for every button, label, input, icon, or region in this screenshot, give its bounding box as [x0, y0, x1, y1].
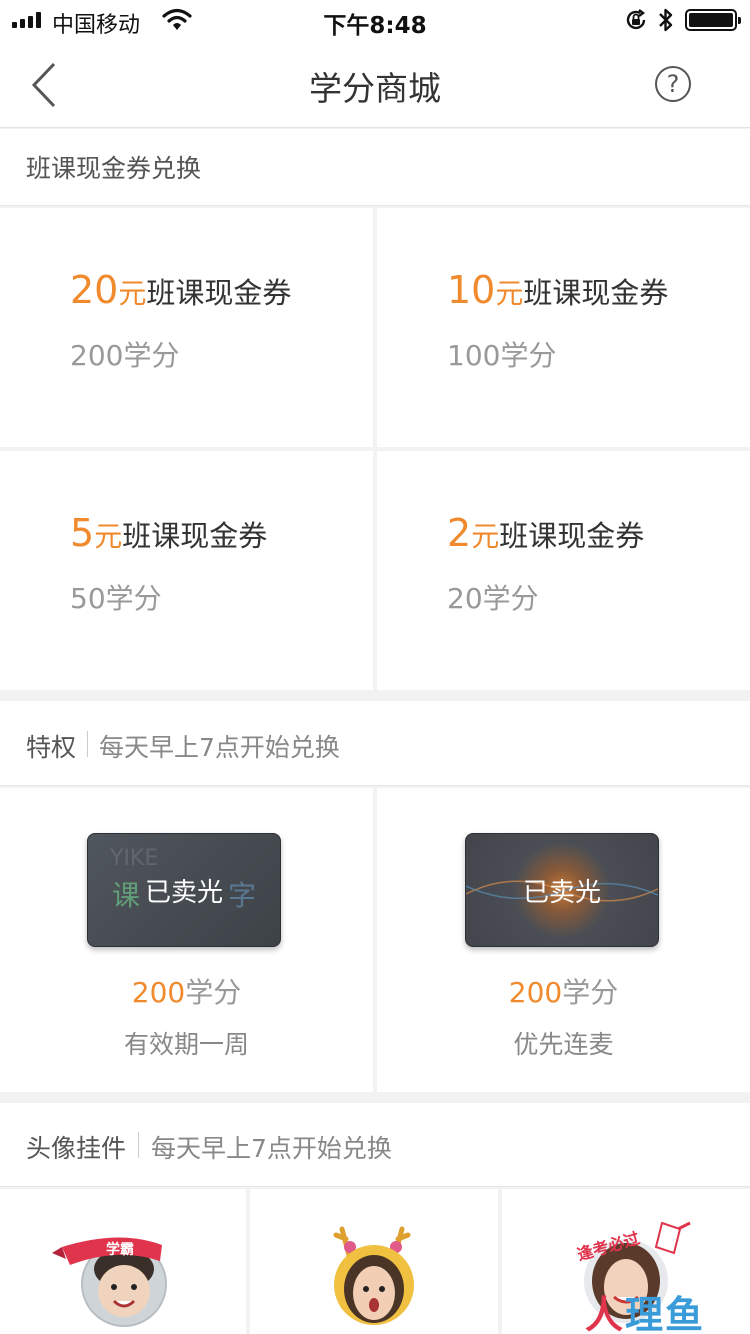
voucher-unit: 元	[118, 277, 147, 310]
privilege-price: 200学分	[377, 971, 750, 1011]
voucher-points: 200学分	[70, 339, 180, 372]
battery-icon	[685, 9, 741, 31]
voucher-card[interactable]: 5元班课现金券 50学分	[0, 451, 373, 690]
privilege-section-header: 特权 每天早上7点开始兑换	[0, 701, 750, 786]
watermark-text: 人	[585, 1293, 626, 1334]
voucher-amount: 10	[447, 268, 496, 312]
privilege-card[interactable]: 已卖光 200学分 优先连麦	[377, 788, 750, 1092]
price-suffix: 学分	[562, 976, 619, 1009]
privilege-desc: 优先连麦	[513, 1030, 614, 1059]
watermark-text: 理鱼	[625, 1293, 706, 1334]
orientation-lock-icon	[626, 9, 646, 30]
voucher-points: 50学分	[70, 582, 162, 615]
voucher-name: 班课现金券	[523, 276, 669, 310]
status-bar: 中国移动 下午8:48	[0, 0, 750, 40]
voucher-amount: 20	[70, 268, 119, 312]
price-suffix: 学分	[185, 976, 242, 1009]
section-title: 班课现金券兑换	[26, 154, 202, 183]
help-icon[interactable]: ?	[655, 66, 691, 102]
avatar-pendant-card[interactable]	[250, 1189, 498, 1334]
watermark-logo: 人理鱼	[585, 1284, 705, 1334]
privilege-thumbnail: YIKE 课 字 已卖光	[87, 833, 281, 947]
divider	[87, 731, 88, 757]
avatar-image	[52, 1237, 167, 1327]
voucher-points: 100学分	[447, 339, 557, 372]
avatar-section-header: 头像挂件 每天早上7点开始兑换	[0, 1103, 750, 1187]
voucher-unit: 元	[94, 520, 123, 553]
bluetooth-icon	[659, 8, 673, 32]
nav-bar: 学分商城 ?	[0, 40, 750, 128]
avatar-pendant-card[interactable]: 学霸	[0, 1189, 246, 1334]
voucher-unit: 元	[495, 277, 524, 310]
voucher-name: 班课现金券	[122, 519, 268, 553]
price-value: 200	[508, 976, 563, 1009]
privilege-card[interactable]: YIKE 课 字 已卖光 200学分 有效期一周	[0, 788, 373, 1092]
voucher-points: 20学分	[447, 582, 539, 615]
section-title: 头像挂件	[26, 1134, 127, 1163]
pendant-badge-text: 学霸	[106, 1242, 134, 1258]
voucher-name: 班课现金券	[146, 276, 292, 310]
privilege-thumbnail: 已卖光	[465, 833, 659, 947]
privilege-price: 200学分	[0, 971, 373, 1011]
sold-out-label: 已卖光	[144, 877, 223, 908]
voucher-section-header: 班课现金券兑换	[0, 129, 750, 206]
voucher-unit: 元	[471, 520, 500, 553]
divider	[138, 1132, 139, 1158]
section-note: 每天早上7点开始兑换	[99, 733, 340, 762]
section-title: 特权	[26, 733, 77, 762]
privilege-desc: 有效期一周	[123, 1030, 249, 1059]
section-note: 每天早上7点开始兑换	[151, 1134, 392, 1163]
sold-out-label: 已卖光	[522, 877, 601, 908]
voucher-card[interactable]: 10元班课现金券 100学分	[377, 208, 750, 447]
voucher-name: 班课现金券	[499, 519, 645, 553]
voucher-amount: 5	[70, 511, 95, 555]
voucher-card[interactable]: 20元班课现金券 200学分	[0, 208, 373, 447]
price-value: 200	[131, 976, 186, 1009]
voucher-card[interactable]: 2元班课现金券 20学分	[377, 451, 750, 690]
voucher-amount: 2	[447, 511, 472, 555]
avatar-image	[333, 1226, 414, 1325]
page-title: 学分商城	[309, 69, 441, 108]
